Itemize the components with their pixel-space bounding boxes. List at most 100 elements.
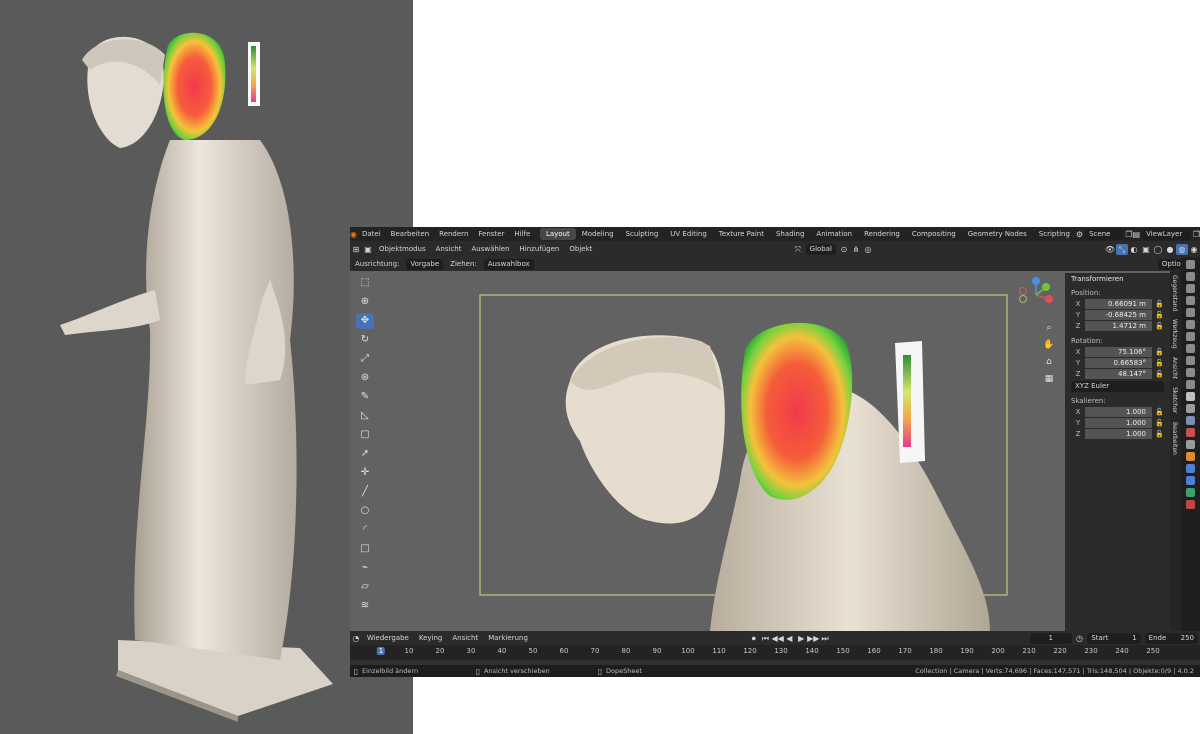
lock-icon[interactable]: 🔓 [1152, 348, 1164, 356]
image-properties-icon[interactable] [1186, 368, 1195, 377]
lock-icon[interactable]: 🔓 [1152, 322, 1164, 330]
menu-markierung[interactable]: Markierung [483, 634, 533, 642]
world-properties-icon[interactable] [1186, 320, 1195, 329]
tab-uv-editing[interactable]: UV Editing [664, 228, 713, 240]
tab-shading[interactable]: Shading [770, 228, 810, 240]
menu-wiedergabe[interactable]: Wiedergabe [362, 634, 414, 642]
tool-properties-icon[interactable] [1186, 260, 1195, 269]
tab-texture-paint[interactable]: Texture Paint [713, 228, 770, 240]
xray-icon[interactable]: ▣ [1140, 244, 1152, 255]
3d-viewport[interactable]: ⬚ ⊕ ✥ ↻ ⤢ ⊛ ✎ ◺ ▢ ➚ ✛ ╱ ○ ◜ □ ⌁ ▱ ≋ ⌕ ✋ … [350, 271, 1170, 631]
tab-sketcher[interactable]: Sketcher [1171, 387, 1178, 413]
rotation-z-field[interactable]: 48.147° [1085, 369, 1152, 379]
current-frame-field[interactable]: 1 [1030, 632, 1072, 644]
spiral-tool-icon[interactable]: ≋ [356, 598, 374, 614]
wireframe-shading-icon[interactable]: ◯ [1152, 244, 1164, 255]
measure-tool-icon[interactable]: ◺ [356, 408, 374, 424]
view-layer-selector[interactable]: ViewLayer [1142, 228, 1191, 240]
camera-properties-icon[interactable] [1186, 356, 1195, 365]
jump-end-icon[interactable]: ⏭ [819, 633, 831, 644]
view-layer-properties-icon[interactable] [1186, 296, 1195, 305]
proportional-edit-icon[interactable]: ◎ [862, 244, 874, 255]
solid-shading-icon[interactable]: ● [1164, 244, 1176, 255]
lock-icon[interactable]: 🔓 [1152, 408, 1164, 416]
play-icon[interactable]: ▶ [795, 633, 807, 644]
prev-keyframe-icon[interactable]: ◀◀ [771, 633, 783, 644]
object-properties-icon[interactable] [1186, 404, 1195, 413]
snap-icon[interactable]: ⋔ [850, 244, 862, 255]
scene-icon[interactable]: ⚙ [1076, 229, 1083, 240]
overlay-icon[interactable]: ◐ [1128, 244, 1140, 255]
world-icon[interactable] [1186, 428, 1195, 437]
rotation-x-field[interactable]: 75.106° [1085, 347, 1152, 357]
circle-tool-icon[interactable]: ○ [356, 503, 374, 519]
line-tool-icon[interactable]: ╱ [356, 484, 374, 500]
constraint-icon[interactable] [1186, 476, 1195, 485]
scale-tool-icon[interactable]: ⤢ [356, 351, 374, 367]
tab-bearbeiten[interactable]: Bearbeiten [1171, 422, 1178, 455]
layers-icon[interactable]: ▤ [1133, 229, 1141, 240]
play-reverse-icon[interactable]: ◀ [783, 633, 795, 644]
gizmo-icon[interactable]: ⤡ [1116, 243, 1128, 255]
tab-rendering[interactable]: Rendering [858, 228, 906, 240]
scale-z-field[interactable]: 1.000 [1085, 429, 1152, 439]
physics-icon[interactable] [1186, 464, 1195, 473]
tab-scripting[interactable]: Scripting [1033, 228, 1076, 240]
menu-objekt[interactable]: Objekt [564, 245, 597, 253]
render-properties-icon[interactable] [1186, 272, 1195, 281]
lock-icon[interactable]: 🔓 [1152, 311, 1164, 319]
record-icon[interactable]: ⏺ [748, 633, 760, 644]
start-frame-field[interactable]: Start 1 [1087, 632, 1141, 644]
modifier-properties-icon[interactable] [1186, 416, 1195, 425]
lock-icon[interactable]: 🔓 [1152, 359, 1164, 367]
new-view-layer-icon[interactable]: ❐ [1193, 229, 1200, 240]
cursor-move-tool-icon[interactable]: ➚ [356, 446, 374, 462]
texture-properties-icon[interactable] [1186, 344, 1195, 353]
tab-geometry-nodes[interactable]: Geometry Nodes [962, 228, 1033, 240]
pivot-icon[interactable]: ⊙ [838, 244, 850, 255]
rendered-shading-icon[interactable]: ◉ [1188, 244, 1200, 255]
grid-view-icon[interactable]: ▦ [1042, 372, 1056, 386]
collection-properties-icon[interactable] [1186, 332, 1195, 341]
select-box-tool-icon[interactable]: ⬚ [356, 275, 374, 291]
data-icon[interactable] [1186, 488, 1195, 497]
transform-tool-icon[interactable]: ⊛ [356, 370, 374, 386]
pan-hand-icon[interactable]: ✋ [1042, 338, 1056, 352]
scene-properties-icon[interactable] [1186, 308, 1195, 317]
rotation-y-field[interactable]: 0.66583° [1085, 358, 1152, 368]
camera-view-icon[interactable]: ⌂ [1042, 355, 1056, 369]
scale-y-field[interactable]: 1.000 [1085, 418, 1152, 428]
lock-icon[interactable]: 🔓 [1152, 430, 1164, 438]
tab-animation[interactable]: Animation [810, 228, 858, 240]
zoom-icon[interactable]: ⌕ [1042, 321, 1056, 335]
annotate-tool-icon[interactable]: ✎ [356, 389, 374, 405]
menu-bearbeiten[interactable]: Bearbeiten [386, 230, 434, 238]
polygon-tool-icon[interactable]: ▱ [356, 579, 374, 595]
new-scene-icon[interactable]: ❐ [1125, 229, 1132, 240]
material-shading-icon[interactable]: ◍ [1176, 243, 1188, 255]
add-cube-tool-icon[interactable]: ▢ [356, 427, 374, 443]
collection-icon[interactable] [1186, 440, 1195, 449]
rotation-mode-dropdown[interactable]: XYZ Euler [1071, 380, 1164, 392]
tab-sculpting[interactable]: Sculpting [620, 228, 665, 240]
blender-logo-icon[interactable]: ◉ [350, 229, 357, 240]
lock-icon[interactable]: 🔓 [1152, 300, 1164, 308]
arc-tool-icon[interactable]: ◜ [356, 522, 374, 538]
jump-start-icon[interactable]: ⏮ [760, 633, 772, 644]
tab-ansicht[interactable]: Ansicht [1171, 357, 1178, 379]
tab-gegenstand[interactable]: Gegenstand [1171, 275, 1178, 311]
object-icon[interactable] [1186, 452, 1195, 461]
menu-datei[interactable]: Datei [357, 230, 386, 238]
timeline-editor-icon[interactable]: ◔ [350, 633, 362, 644]
clock-icon[interactable]: ◷ [1074, 633, 1086, 644]
tab-werkzeug[interactable]: Werkzeug [1171, 319, 1178, 349]
visibility-icon[interactable]: 👁 [1104, 244, 1116, 255]
misc-properties-icon[interactable] [1186, 380, 1195, 389]
drag-dropdown[interactable]: Auswahlbox [483, 258, 534, 270]
orientation-dropdown[interactable]: Global [805, 243, 836, 255]
position-z-field[interactable]: 1.4712 m [1085, 321, 1152, 331]
menu-rendern[interactable]: Rendern [434, 230, 473, 238]
position-y-field[interactable]: -0.68425 m [1085, 310, 1152, 320]
tab-compositing[interactable]: Compositing [906, 228, 962, 240]
rectangle-tool-icon[interactable]: □ [356, 541, 374, 557]
